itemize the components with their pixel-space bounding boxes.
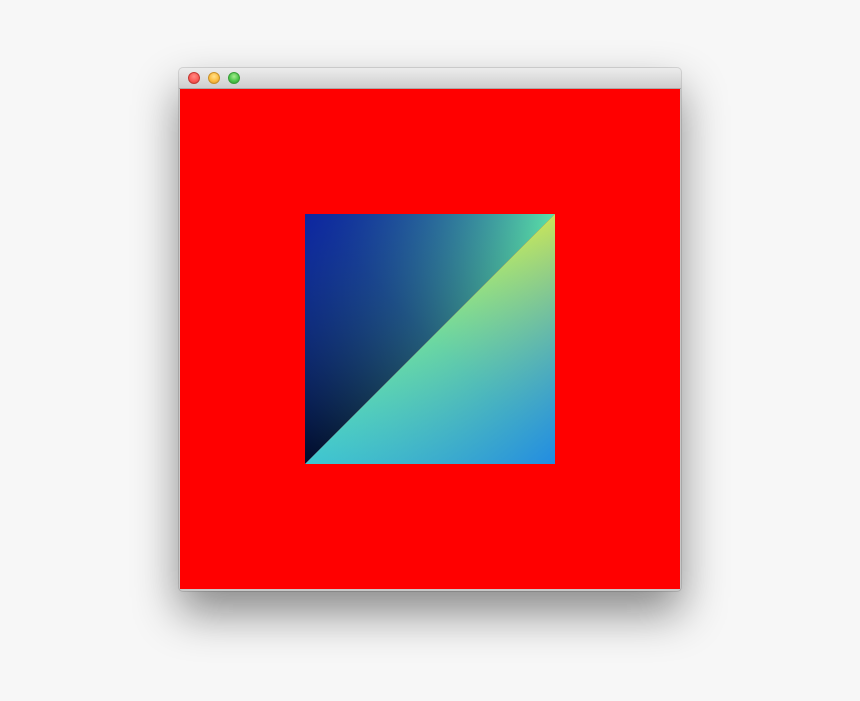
render-canvas[interactable]: [180, 89, 680, 589]
gradient-quad: [305, 214, 555, 464]
title-bar[interactable]: [179, 68, 681, 89]
zoom-button[interactable]: [228, 72, 240, 84]
app-window: [179, 68, 681, 591]
minimize-button[interactable]: [208, 72, 220, 84]
close-button[interactable]: [188, 72, 200, 84]
